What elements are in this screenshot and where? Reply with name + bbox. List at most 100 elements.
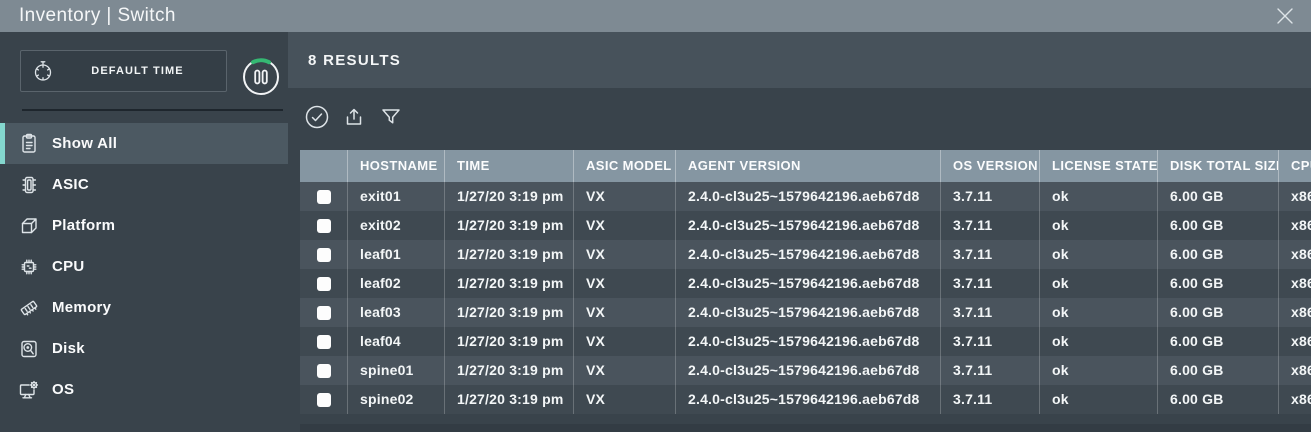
cell-asic-model: VX [574, 182, 676, 211]
cell-os-version: 3.7.11 [941, 385, 1040, 414]
sidebar-item-label: ASIC [52, 176, 89, 193]
cell-asic-model: VX [574, 269, 676, 298]
cell-cpu-arch: x86_64 [1279, 356, 1311, 385]
table-row: exit011/27/20 3:19 pmVX2.4.0-cl3u25~1579… [300, 182, 1311, 211]
cell-time: 1/27/20 3:19 pm [445, 298, 574, 327]
cell-cpu-arch: x86_64 [1279, 298, 1311, 327]
col-header-time[interactable]: TIME [445, 150, 574, 182]
select-button[interactable] [304, 104, 330, 130]
inventory-table: HOSTNAME TIME ASIC MODEL AGENT VERSION O… [300, 150, 1311, 414]
table-row: spine021/27/20 3:19 pmVX2.4.0-cl3u25~157… [300, 385, 1311, 414]
col-header-asic-model[interactable]: ASIC MODEL [574, 150, 676, 182]
cell-os-version: 3.7.11 [941, 240, 1040, 269]
cell-disk-total-size: 6.00 GB [1158, 182, 1279, 211]
cell-disk-total-size: 6.00 GB [1158, 385, 1279, 414]
sidebar-item-memory[interactable]: Memory [0, 287, 288, 328]
row-checkbox[interactable] [317, 335, 331, 349]
col-header-os-version[interactable]: OS VERSION [941, 150, 1040, 182]
cell-os-version: 3.7.11 [941, 298, 1040, 327]
sidebar-item-cpu[interactable]: CPU [0, 246, 288, 287]
export-button[interactable] [341, 104, 367, 130]
sidebar-item-disk[interactable]: Disk [0, 328, 288, 369]
row-checkbox[interactable] [317, 364, 331, 378]
os-icon [17, 378, 41, 402]
sidebar-item-asic[interactable]: ASIC [0, 164, 288, 205]
table-row: leaf031/27/20 3:19 pmVX2.4.0-cl3u25~1579… [300, 298, 1311, 327]
sidebar-menu: Show All ASIC Platform [0, 123, 288, 410]
titlebar: Inventory | Switch [0, 0, 1311, 32]
sidebar-item-label: Platform [52, 217, 115, 234]
cell-disk-total-size: 6.00 GB [1158, 298, 1279, 327]
cell-hostname: spine02 [348, 385, 445, 414]
memory-icon [17, 296, 41, 320]
cell-disk-total-size: 6.00 GB [1158, 327, 1279, 356]
sidebar-item-label: OS [52, 381, 74, 398]
cell-license-state: ok [1040, 211, 1158, 240]
cpu-icon [17, 255, 41, 279]
cell-asic-model: VX [574, 211, 676, 240]
chip-icon [17, 173, 41, 197]
page-title: Inventory | Switch [19, 5, 176, 27]
cell-cpu-arch: x86_64 [1279, 385, 1311, 414]
upload-icon [341, 104, 367, 130]
row-checkbox[interactable] [317, 190, 331, 204]
row-checkbox[interactable] [317, 306, 331, 320]
row-select-cell [300, 269, 348, 298]
cell-time: 1/27/20 3:19 pm [445, 356, 574, 385]
sidebar-item-label: CPU [52, 258, 85, 275]
row-select-cell [300, 182, 348, 211]
main-content: 8 RESULTS [288, 32, 1311, 432]
cell-agent-version: 2.4.0-cl3u25~1579642196.aeb67d8 [676, 385, 941, 414]
horizontal-scrollbar-track [300, 424, 1311, 432]
select-all-header-cell [300, 150, 348, 182]
cell-agent-version: 2.4.0-cl3u25~1579642196.aeb67d8 [676, 211, 941, 240]
cell-license-state: ok [1040, 385, 1158, 414]
col-header-license-state[interactable]: LICENSE STATE [1040, 150, 1158, 182]
close-icon [1274, 5, 1296, 27]
cell-disk-total-size: 6.00 GB [1158, 269, 1279, 298]
row-checkbox[interactable] [317, 277, 331, 291]
filter-button[interactable] [378, 104, 404, 130]
table-row: exit021/27/20 3:19 pmVX2.4.0-cl3u25~1579… [300, 211, 1311, 240]
row-checkbox[interactable] [317, 248, 331, 262]
clipboard-icon [17, 132, 41, 156]
close-button[interactable] [1274, 5, 1296, 27]
time-selector[interactable]: DEFAULT TIME [20, 50, 227, 92]
cell-os-version: 3.7.11 [941, 356, 1040, 385]
col-header-cpu-arch[interactable]: CPU ARCH [1279, 150, 1311, 182]
cell-time: 1/27/20 3:19 pm [445, 269, 574, 298]
sidebar-item-os[interactable]: OS [0, 369, 288, 410]
filter-icon [378, 104, 404, 130]
cell-os-version: 3.7.11 [941, 182, 1040, 211]
pause-refresh-button[interactable] [241, 57, 281, 97]
sidebar-item-show-all[interactable]: Show All [0, 123, 288, 164]
col-header-disk-total-size[interactable]: DISK TOTAL SIZE [1158, 150, 1279, 182]
cell-time: 1/27/20 3:19 pm [445, 385, 574, 414]
results-count: 8 RESULTS [308, 52, 401, 69]
cell-hostname: leaf02 [348, 269, 445, 298]
row-select-cell [300, 211, 348, 240]
cell-agent-version: 2.4.0-cl3u25~1579642196.aeb67d8 [676, 182, 941, 211]
row-checkbox[interactable] [317, 393, 331, 407]
time-selector-label: DEFAULT TIME [55, 65, 226, 77]
sidebar-item-label: Disk [52, 340, 85, 357]
col-header-agent-version[interactable]: AGENT VERSION [676, 150, 941, 182]
cell-hostname: leaf03 [348, 298, 445, 327]
cell-hostname: leaf01 [348, 240, 445, 269]
cell-asic-model: VX [574, 385, 676, 414]
row-select-cell [300, 327, 348, 356]
sidebar-item-platform[interactable]: Platform [0, 205, 288, 246]
cell-hostname: exit01 [348, 182, 445, 211]
cell-asic-model: VX [574, 298, 676, 327]
sidebar-item-label: Memory [52, 299, 111, 316]
cell-time: 1/27/20 3:19 pm [445, 327, 574, 356]
cell-cpu-arch: x86_64 [1279, 269, 1311, 298]
cell-agent-version: 2.4.0-cl3u25~1579642196.aeb67d8 [676, 269, 941, 298]
table-toolbar [304, 104, 404, 130]
col-header-hostname[interactable]: HOSTNAME [348, 150, 445, 182]
sidebar-item-label: Show All [52, 135, 117, 152]
cell-asic-model: VX [574, 240, 676, 269]
cell-hostname: leaf04 [348, 327, 445, 356]
row-checkbox[interactable] [317, 219, 331, 233]
cell-license-state: ok [1040, 327, 1158, 356]
